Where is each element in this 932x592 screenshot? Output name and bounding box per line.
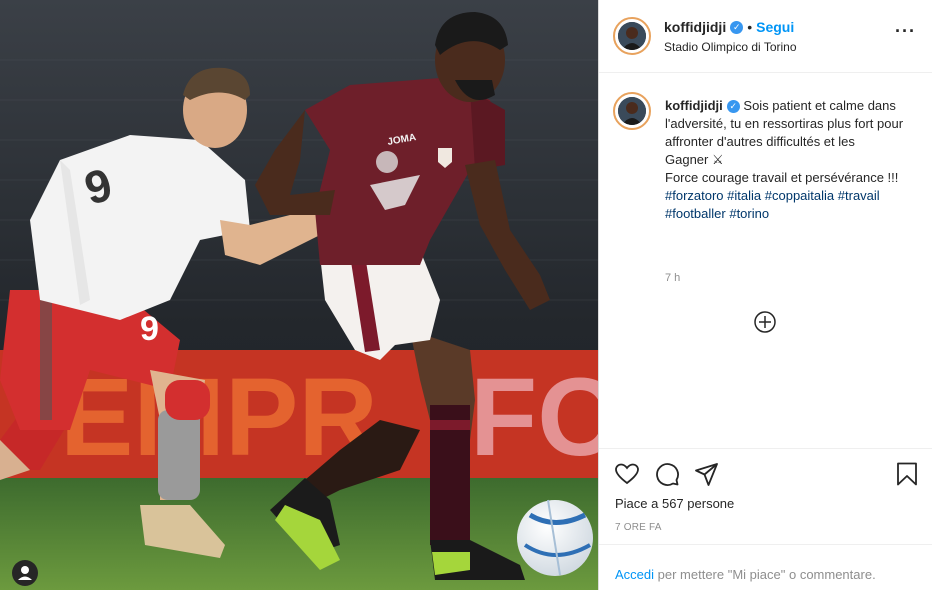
- plus-circle-icon[interactable]: [754, 311, 776, 333]
- share-icon[interactable]: [694, 461, 720, 487]
- post-photo[interactable]: EMPR FO 9 9 JOMA: [0, 0, 598, 590]
- hashtag-link[interactable]: #forzatoro: [665, 188, 724, 203]
- likes-count[interactable]: Piace a 567 persone: [615, 496, 734, 511]
- hashtag-link[interactable]: #footballer: [665, 206, 726, 221]
- caption-line-2: Gagner ⚔: [665, 152, 724, 167]
- location-link[interactable]: Stadio Olimpico di Torino: [664, 40, 797, 54]
- post-header: koffidjidji ✓ • Segui Stadio Olimpico di To…: [599, 0, 932, 73]
- heart-icon[interactable]: [614, 461, 640, 487]
- user-tag-icon[interactable]: [12, 560, 38, 586]
- caption-line-3: Force courage travail et persévérance !!…: [665, 170, 899, 185]
- verified-badge-icon: ✓: [726, 100, 740, 114]
- post-caption: koffidjidji ✓ Sois patient et calme dans …: [665, 97, 915, 223]
- left-shorts-number: 9: [140, 310, 159, 348]
- hashtag-link[interactable]: #coppaitalia: [765, 188, 834, 203]
- hashtag-link[interactable]: #italia: [727, 188, 761, 203]
- hashtags: #forzatoro #italia #coppaitalia #travail…: [665, 187, 915, 223]
- username[interactable]: koffidjidji: [664, 19, 726, 35]
- post-side-panel: koffidjidji ✓ • Segui Stadio Olimpico di To…: [598, 0, 932, 590]
- login-prompt-text: per mettere "Mi piace" o commentare.: [654, 567, 876, 582]
- comment-icon[interactable]: [654, 461, 680, 487]
- hashtag-link[interactable]: #torino: [729, 206, 769, 221]
- bookmark-icon[interactable]: [894, 461, 920, 487]
- football-photo: EMPR FO 9 9 JOMA: [0, 0, 598, 590]
- follow-button[interactable]: Segui: [756, 19, 794, 35]
- separator-dot: •: [747, 19, 753, 35]
- login-prompt: Accedi per mettere "Mi piace" o commenta…: [599, 544, 932, 592]
- hashtag-link[interactable]: #travail: [838, 188, 880, 203]
- caption-username[interactable]: koffidjidji: [665, 98, 723, 113]
- avatar[interactable]: [613, 17, 651, 55]
- football: [517, 499, 593, 576]
- banner-text-2: FO: [470, 356, 598, 479]
- verified-badge-icon: ✓: [730, 21, 744, 35]
- post-timestamp: 7 ORE FA: [615, 522, 662, 533]
- post-actions: Piace a 567 persone 7 ORE FA Accedi per …: [599, 448, 932, 591]
- login-link[interactable]: Accedi: [615, 567, 654, 582]
- more-options-icon[interactable]: ···: [895, 22, 916, 40]
- caption-time: 7 h: [665, 272, 681, 284]
- caption-avatar[interactable]: [613, 92, 651, 130]
